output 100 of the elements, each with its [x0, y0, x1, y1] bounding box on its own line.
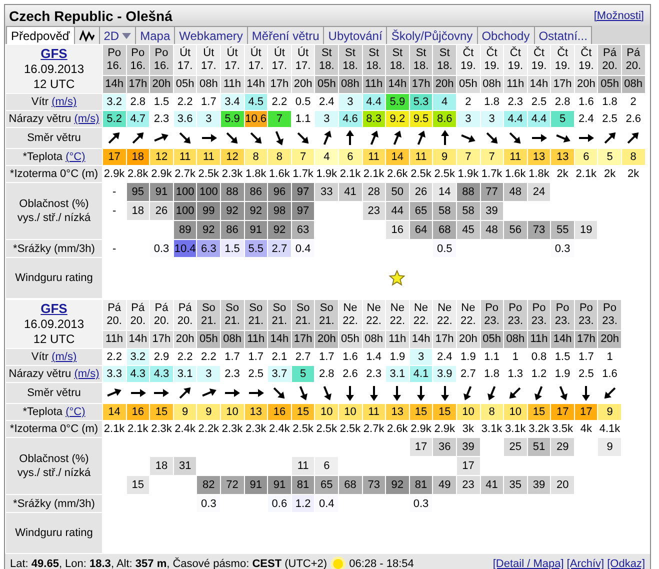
cloud-low: 68: [338, 476, 362, 494]
precipitation: 1.2: [292, 495, 314, 512]
cloud-low: 72: [220, 476, 244, 494]
hour-header: 20h: [150, 76, 173, 93]
precipitation: 0.6: [268, 495, 291, 512]
hour-header: 08h: [338, 76, 362, 93]
cloud-high: 50: [386, 183, 409, 201]
day-header: St 18.: [386, 45, 409, 75]
hour-header: 11h: [504, 76, 527, 93]
temperature: 10: [504, 404, 527, 420]
unit-link[interactable]: (m/s): [52, 96, 77, 108]
wind-gust: 3.9: [433, 366, 456, 382]
cloud-low: 16: [386, 221, 409, 239]
nav-tab[interactable]: Měření větru: [246, 26, 324, 44]
hour-header: 11h: [386, 330, 409, 348]
hour-header: 14h: [551, 330, 574, 348]
temperature: 17: [103, 149, 126, 165]
hour-header: 05h: [456, 76, 480, 93]
footer-link[interactable]: [Detail / Mapa]: [492, 558, 564, 569]
wind-gust: 3.1: [386, 366, 409, 382]
day-header: St 18.: [338, 45, 362, 75]
cloud-mid: 17: [456, 457, 480, 475]
day-header: Čt 19.: [504, 45, 527, 75]
cloud-low: 91: [244, 221, 268, 239]
hour-header: 08h: [504, 330, 527, 348]
row-label: Windguru rating: [6, 513, 102, 553]
precipitation: 0.5: [433, 240, 456, 257]
temperature: 7: [456, 149, 480, 165]
nav-tab[interactable]: Obchody: [476, 26, 535, 44]
precipitation: 5.5: [244, 240, 268, 257]
day-header: Út 17.: [292, 45, 314, 75]
hour-header: 08h: [220, 330, 244, 348]
unit-link[interactable]: (m/s): [74, 113, 100, 125]
cloud-high: 91: [150, 183, 173, 201]
run-time: 12 UTC: [32, 77, 76, 92]
day-header: Čt 19.: [574, 45, 598, 75]
precipitation: 2.7: [268, 240, 291, 257]
temperature: 5: [598, 149, 622, 165]
unit-link[interactable]: (m/s): [74, 368, 100, 380]
footer-link[interactable]: [Odkaz]: [607, 558, 645, 569]
wind-gust: 9.5: [410, 111, 432, 127]
day-header: St 18.: [410, 45, 432, 75]
nav-tab[interactable]: Předpověď: [6, 26, 75, 44]
run-date: 16.09.2013: [22, 62, 86, 77]
cloud-high: 88: [456, 183, 480, 201]
options-link[interactable]: [Možnosti]: [594, 10, 644, 22]
precipitation: 0.3: [551, 240, 574, 257]
star-icon: [389, 270, 406, 286]
nav-tab[interactable]: Ubytování: [323, 26, 388, 44]
cloud-mid: 6: [315, 457, 338, 475]
wind-speed: 3.2: [103, 94, 126, 110]
temperature: 7: [480, 149, 504, 165]
wind-gust: 3: [197, 366, 220, 382]
cloud-low: 86: [220, 221, 244, 239]
nav-tab[interactable]: Webkamery: [174, 26, 248, 44]
cloud-high: 28: [362, 183, 386, 201]
cloud-low: 19: [574, 221, 598, 239]
temperature: 10: [315, 404, 338, 420]
row-label: Vítr: [31, 96, 48, 108]
row-label: Směr větru: [6, 128, 102, 148]
precipitation: 10.4: [174, 240, 196, 257]
model-link[interactable]: GFS: [40, 301, 68, 316]
temperature: 16: [268, 404, 291, 420]
temperature: 15: [410, 404, 432, 420]
temperature: 11: [362, 149, 386, 165]
temperature: 8: [268, 149, 291, 165]
wind-speed: 5.9: [386, 94, 409, 110]
graph-tab[interactable]: [74, 26, 100, 44]
hour-header: 20h: [433, 76, 456, 93]
hour-header: 08h: [197, 76, 220, 93]
unit-link[interactable]: (°C): [66, 151, 86, 163]
hour-header: 05h: [338, 330, 362, 348]
day-header: Út 17.: [220, 45, 244, 75]
day-header: Út 17.: [197, 45, 220, 75]
nav-tab[interactable]: Školy/Půjčovny: [386, 26, 478, 44]
nav-tab[interactable]: Mapa: [135, 26, 176, 44]
hour-header: 11h: [244, 330, 268, 348]
model-link[interactable]: GFS: [40, 46, 68, 61]
cloud-high: 96: [268, 183, 291, 201]
cloud-low: 48: [480, 221, 504, 239]
location-info: Lat: 49.65, Lon: 18.3, Alt: 357 m, Časové pásmo: CEST (UTC+2): [10, 558, 328, 569]
day-header: Po 16.: [126, 45, 150, 75]
temperature: 16: [126, 404, 150, 420]
wind-speed: 4.5: [244, 94, 268, 110]
cloud-low: 89: [174, 221, 196, 239]
temperature: 17: [574, 404, 598, 420]
run-time: 12 UTC: [32, 332, 76, 347]
unit-link[interactable]: (°C): [66, 406, 86, 418]
unit-link[interactable]: (m/s): [52, 351, 77, 363]
nav-tab[interactable]: 2D: [98, 26, 136, 44]
hour-header: 17h: [551, 76, 574, 93]
cloud-high: 29: [551, 438, 574, 456]
day-header: St 18.: [433, 45, 456, 75]
hour-header: 14h: [103, 76, 126, 93]
graph-icon: [78, 30, 95, 42]
cloud-high: 95: [126, 183, 150, 201]
nav-tab[interactable]: Ostatní...: [534, 26, 592, 44]
footer-link[interactable]: [Archív]: [566, 558, 604, 569]
temperature: 10: [220, 404, 244, 420]
cloud-low: 92: [386, 476, 409, 494]
